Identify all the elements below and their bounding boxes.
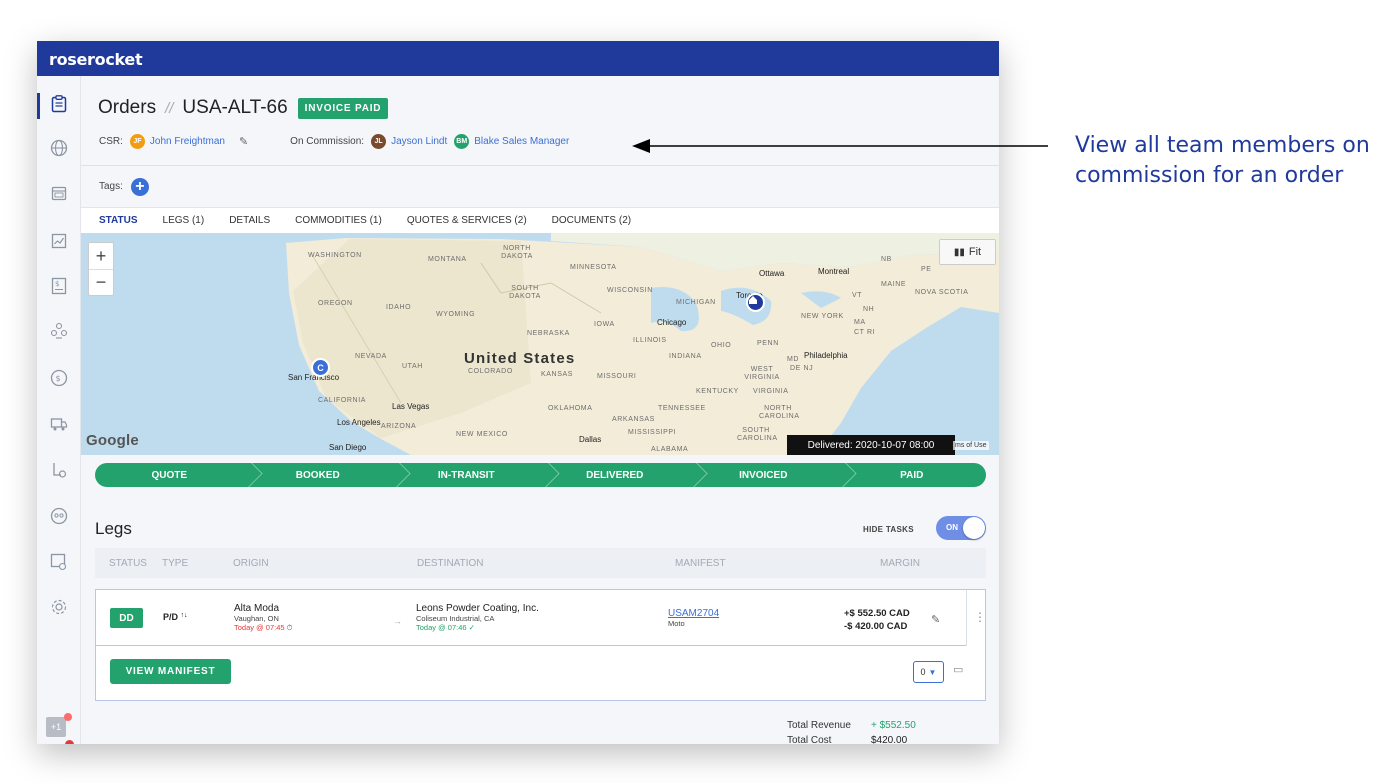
- annotation-arrow: [632, 139, 1048, 153]
- annotation-callout: View all team members on commission for …: [1075, 133, 1370, 188]
